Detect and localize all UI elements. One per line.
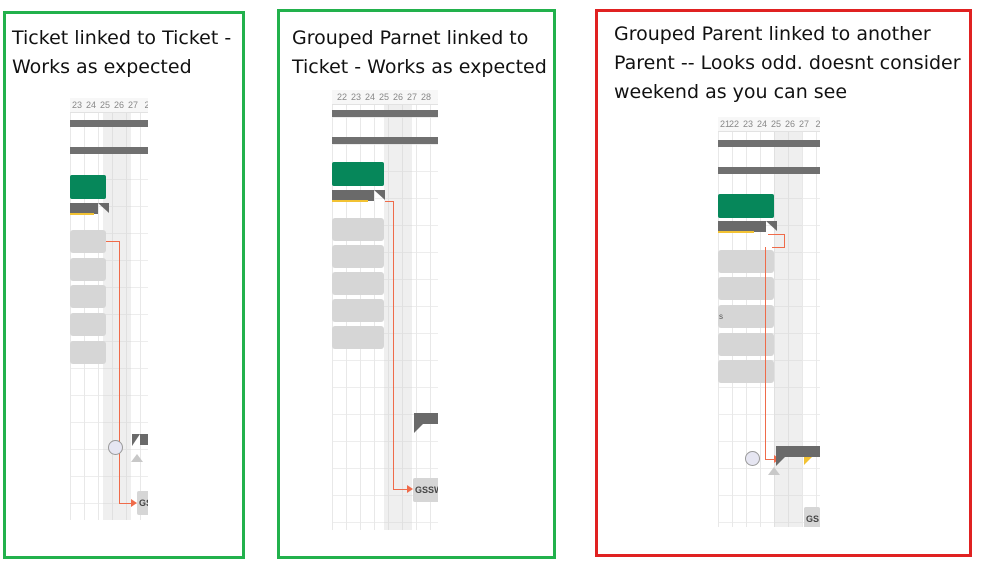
parent-bar-tip bbox=[374, 190, 385, 200]
linked-task-bar[interactable]: GS bbox=[804, 507, 820, 527]
day-label: 2 bbox=[815, 119, 820, 129]
dependency-link bbox=[119, 241, 120, 503]
day-label: 25 bbox=[378, 92, 389, 102]
dependency-link bbox=[772, 247, 784, 248]
parent-bar-tip bbox=[98, 203, 109, 213]
day-label: 25 bbox=[770, 119, 781, 129]
day-label: 23 bbox=[71, 100, 82, 110]
parent-bar-tip bbox=[132, 434, 140, 446]
dependency-link bbox=[393, 201, 394, 489]
date-header: 23 24 25 26 27 2 bbox=[70, 98, 148, 113]
day-label: 28 bbox=[420, 92, 431, 102]
dependency-link bbox=[768, 234, 784, 235]
child-task-bar[interactable] bbox=[70, 285, 106, 308]
day-label: 23 bbox=[350, 92, 361, 102]
day-label: 23 bbox=[742, 119, 753, 129]
day-label: 2 bbox=[433, 91, 438, 103]
milestone-triangle-icon bbox=[768, 467, 780, 475]
milestone-flag-icon bbox=[804, 457, 812, 465]
green-task-bar[interactable] bbox=[718, 194, 774, 218]
panel-title: Grouped Parent linked to another Parent … bbox=[614, 23, 961, 103]
green-task-bar[interactable] bbox=[332, 162, 384, 186]
summary-bar[interactable] bbox=[70, 147, 148, 154]
progress-line bbox=[332, 200, 368, 202]
panel-ticket-to-ticket: Ticket linked to Ticket - Works as expec… bbox=[3, 11, 245, 559]
child-task-bar[interactable] bbox=[332, 299, 384, 322]
weekend-column bbox=[384, 104, 412, 530]
dependency-link bbox=[106, 241, 119, 242]
day-label: 22 bbox=[336, 92, 347, 102]
progress-line bbox=[70, 213, 94, 215]
day-label: 26 bbox=[113, 100, 124, 110]
date-header: 21 22 23 24 25 26 27 2 bbox=[718, 117, 820, 132]
dependency-link bbox=[385, 201, 393, 202]
panel-title: Grouped Parnet linked to Ticket - Works … bbox=[292, 27, 547, 78]
gantt-chart: 21 22 23 24 25 26 27 2 s GS bbox=[718, 117, 820, 527]
progress-line bbox=[718, 231, 754, 233]
parent-bar-tip bbox=[766, 221, 777, 231]
linked-task-bar[interactable]: GSSW bbox=[413, 478, 438, 502]
child-task-bar[interactable] bbox=[70, 258, 106, 281]
day-label: 2 bbox=[144, 100, 148, 110]
date-header: 22 23 24 25 26 27 28 2 bbox=[332, 90, 438, 105]
parent-bar[interactable] bbox=[140, 434, 148, 445]
day-label: 27 bbox=[798, 119, 809, 129]
summary-bar[interactable] bbox=[332, 137, 438, 144]
panel-grouped-parent-to-ticket: Grouped Parnet linked to Ticket - Works … bbox=[277, 9, 556, 559]
panel-title: Ticket linked to Ticket - Works as expec… bbox=[12, 27, 232, 78]
child-task-bar[interactable] bbox=[70, 230, 106, 253]
dependency-link bbox=[393, 489, 407, 490]
day-label: 24 bbox=[364, 92, 375, 102]
summary-bar[interactable] bbox=[332, 110, 438, 117]
child-task-bar[interactable] bbox=[70, 341, 106, 364]
panel-grouped-parent-to-parent: Grouped Parent linked to another Parent … bbox=[595, 9, 972, 557]
gantt-chart: 23 24 25 26 27 2 GS bbox=[70, 98, 148, 520]
summary-bar[interactable] bbox=[718, 140, 820, 147]
child-task-bar[interactable] bbox=[332, 326, 384, 349]
day-label: 24 bbox=[85, 100, 96, 110]
child-task-bar[interactable] bbox=[332, 245, 384, 268]
child-task-bar[interactable] bbox=[332, 218, 384, 241]
row-label: s bbox=[719, 312, 723, 321]
weekend-column bbox=[103, 112, 131, 520]
day-label: 22 bbox=[728, 119, 739, 129]
dependency-link bbox=[765, 247, 766, 459]
day-label: 24 bbox=[756, 119, 767, 129]
linked-task-bar[interactable]: GS bbox=[137, 491, 148, 515]
day-label: 27 bbox=[406, 92, 417, 102]
dependency-link bbox=[784, 234, 785, 248]
child-task-bar[interactable] bbox=[332, 272, 384, 295]
day-label: 27 bbox=[127, 100, 138, 110]
milestone-circle-icon bbox=[745, 451, 760, 466]
parent-bar-tip bbox=[414, 423, 424, 433]
child-task-bar[interactable] bbox=[70, 313, 106, 336]
milestone-circle-icon bbox=[108, 440, 123, 455]
summary-bar[interactable] bbox=[718, 167, 820, 174]
milestone-triangle-icon bbox=[131, 454, 143, 462]
parent-bar-tip bbox=[776, 456, 786, 466]
day-label: 26 bbox=[784, 119, 795, 129]
green-task-bar[interactable] bbox=[70, 175, 106, 199]
day-label: 26 bbox=[392, 92, 403, 102]
summary-bar[interactable] bbox=[70, 120, 148, 127]
day-label: 25 bbox=[99, 100, 110, 110]
gantt-chart: 22 23 24 25 26 27 28 2 GSSW bbox=[332, 90, 438, 530]
